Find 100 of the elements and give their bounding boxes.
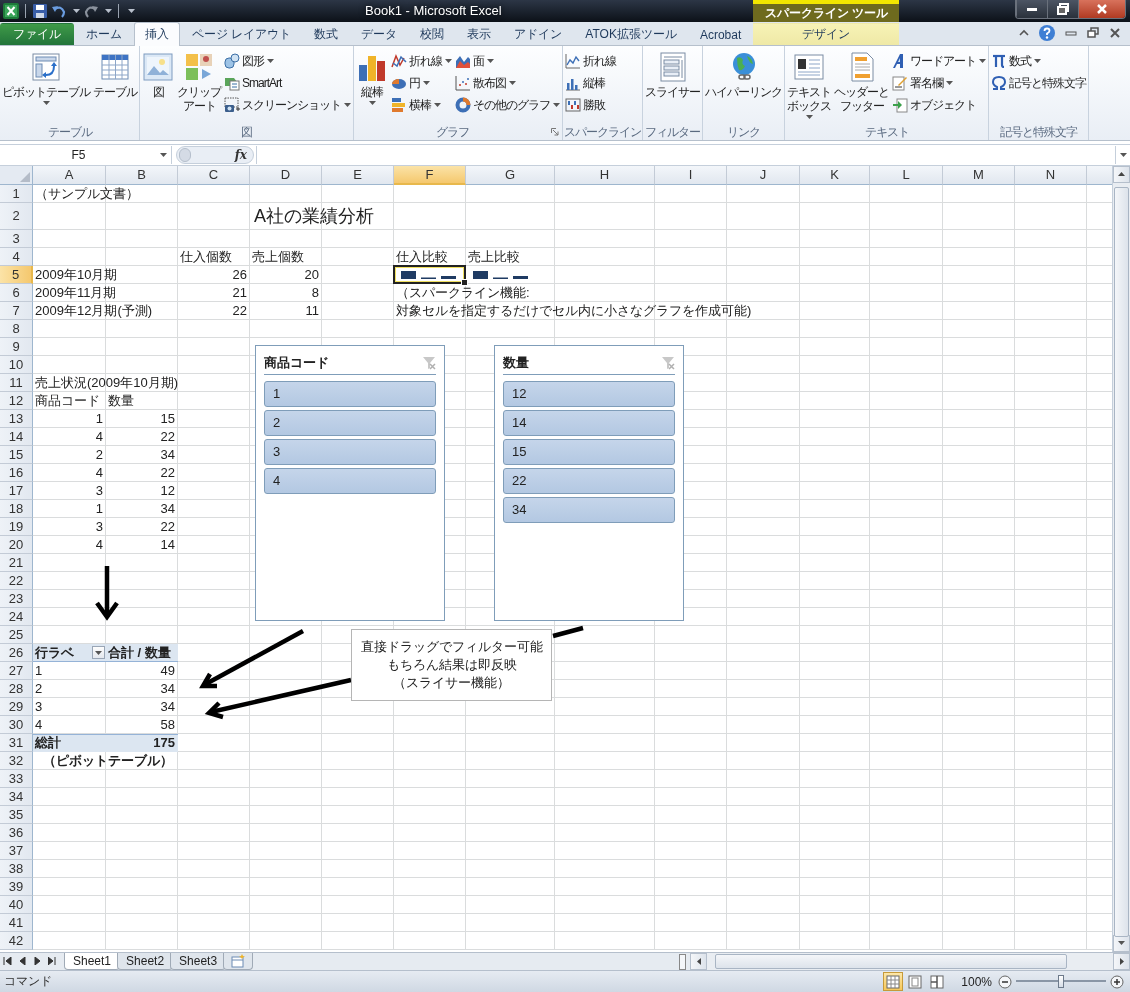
cell-text: 22 [160,428,176,445]
group-label: リンク [726,124,761,141]
ribbon-tab[interactable]: 表示 [456,23,503,46]
ribbon-button[interactable]: ワードアート [891,50,987,73]
ribbon-button[interactable]: テーブル [92,48,138,100]
ribbon-button[interactable]: SmartArt [223,72,352,95]
ribbon-button[interactable]: 折れ線 [390,50,453,73]
ribbon-tab[interactable]: データ [350,23,409,46]
caret-icon [445,59,452,64]
caret-icon [1119,152,1127,157]
ribbon-button[interactable]: 折れ線 [564,50,617,73]
cell-text: 2009年10月期 [34,266,118,283]
caret-icon [368,101,376,106]
zoom-slider-thumb[interactable] [1058,975,1064,989]
zoom-level[interactable]: 100% [961,974,992,989]
pi-icon [991,53,1007,70]
ribbon-button[interactable]: 面 [454,50,561,73]
ribbon-button[interactable]: 図 [141,48,175,100]
grip-handle[interactable] [179,147,191,162]
ribbon-button[interactable]: ヘッダーと フッター [833,48,890,114]
scroll-right-button[interactable] [1113,952,1130,970]
dialog-launcher-icon [551,128,559,137]
cell-text: 1 [34,662,43,679]
slicer-item[interactable]: 22 [503,467,675,494]
zoom-in-button[interactable] [1110,974,1124,989]
ribbon-button[interactable]: 縦棒 [355,48,389,106]
slicer-item[interactable]: 14 [503,409,675,436]
ribbon-button[interactable]: 横棒 [390,94,453,117]
cell-text: 2 [34,680,43,697]
callout-text: （スライサー機能） [393,673,510,692]
tab-split-handle[interactable] [679,953,686,970]
ribbon-tab[interactable]: 挿入 [134,22,180,47]
slicer-item[interactable]: 15 [503,438,675,465]
slicer-item[interactable]: 34 [503,496,675,523]
caret-icon [128,8,135,13]
scrollbar-thumb[interactable] [715,953,1067,969]
cell-text: 34 [160,446,176,463]
ribbon-button[interactable]: ピボットテーブル [1,48,91,106]
ribbon-tab[interactable]: ホーム [75,23,133,46]
scrollbar-thumb[interactable] [1114,186,1129,937]
minimize-button[interactable] [1016,0,1047,18]
fill-handle[interactable] [461,278,468,286]
ribbon-button[interactable]: テキスト ボックス [786,48,832,120]
insert-function-button[interactable]: fx [234,147,253,162]
scroll-left-button[interactable] [690,952,707,970]
slicer-item[interactable]: 2 [264,409,436,436]
cell-text: 8 [311,284,320,301]
ribbon-button[interactable]: 記号と特殊文字 [990,72,1087,95]
close-button[interactable] [1078,0,1125,18]
ribbon-tab[interactable]: 数式 [303,23,350,46]
ribbon-button[interactable]: スクリーンショット [223,94,352,117]
omega-icon [991,75,1007,92]
slicer-item[interactable]: 1 [264,380,436,407]
ribbon-button[interactable]: その他のグラフ [454,94,561,117]
restore-button[interactable] [1047,0,1078,18]
ribbon-button[interactable]: 散布図 [454,72,561,95]
ribbon-tab[interactable]: 校閲 [409,23,456,46]
ribbon-tab[interactable]: ページ レイアウト [181,23,303,46]
ribbon-button[interactable]: クリップ アート [176,48,222,114]
slicer-title: 商品コード [264,353,329,372]
cell-text: （ピボットテーブル） [42,752,173,769]
row-header[interactable]: 2 [0,202,33,230]
slicer-item[interactable]: 12 [503,380,675,407]
ribbon-button[interactable]: スライサー [644,48,701,100]
ribbon-button[interactable]: 円 [390,72,453,95]
zoom-out-button[interactable] [998,974,1012,989]
object-icon [892,97,908,114]
expand-formula-button[interactable] [1115,145,1130,164]
ribbon-button[interactable]: 署名欄 [891,72,987,95]
dialog-launcher-button[interactable] [551,128,559,137]
cell-text: 34 [160,680,176,697]
ribbon-button[interactable]: オブジェクト [891,94,987,117]
cell-text: 売上比較 [467,248,520,265]
connector-line [552,625,584,638]
restore-icon [1086,26,1100,41]
ribbon-tab[interactable]: ファイル [0,23,74,46]
filter-dropdown-button[interactable] [92,646,105,660]
cell-text: 総計 [34,734,61,751]
group-label: テーブル [46,124,93,141]
ribbon-button[interactable]: 数式 [990,50,1087,73]
ribbon-tab[interactable]: ATOK拡張ツール [574,23,688,46]
cell-text: 4 [95,464,104,481]
name-box[interactable]: F5 [0,145,172,164]
ribbon-button[interactable]: 図形 [223,50,352,73]
ribbon-tab[interactable]: デザイン [753,23,900,46]
minimize-icon [1027,7,1037,11]
ribbon-button[interactable]: 縦棒 [564,72,617,95]
caret-icon [344,103,351,108]
ribbon-button[interactable]: ハイパーリンク [704,48,783,100]
ribbon-tab[interactable]: アドイン [503,23,574,46]
group-label: 図 [240,124,253,141]
cell-text: 11 [305,302,320,319]
save-icon [32,2,48,19]
ribbon-button[interactable]: 勝敗 [564,94,617,117]
cell-text: 3 [34,698,43,715]
slicer-item[interactable]: 4 [264,467,436,494]
slicer-item[interactable]: 3 [264,438,436,465]
view-button[interactable] [883,972,904,992]
cell-text: 26 [232,266,248,283]
ribbon-tab[interactable]: Acrobat [688,23,753,46]
